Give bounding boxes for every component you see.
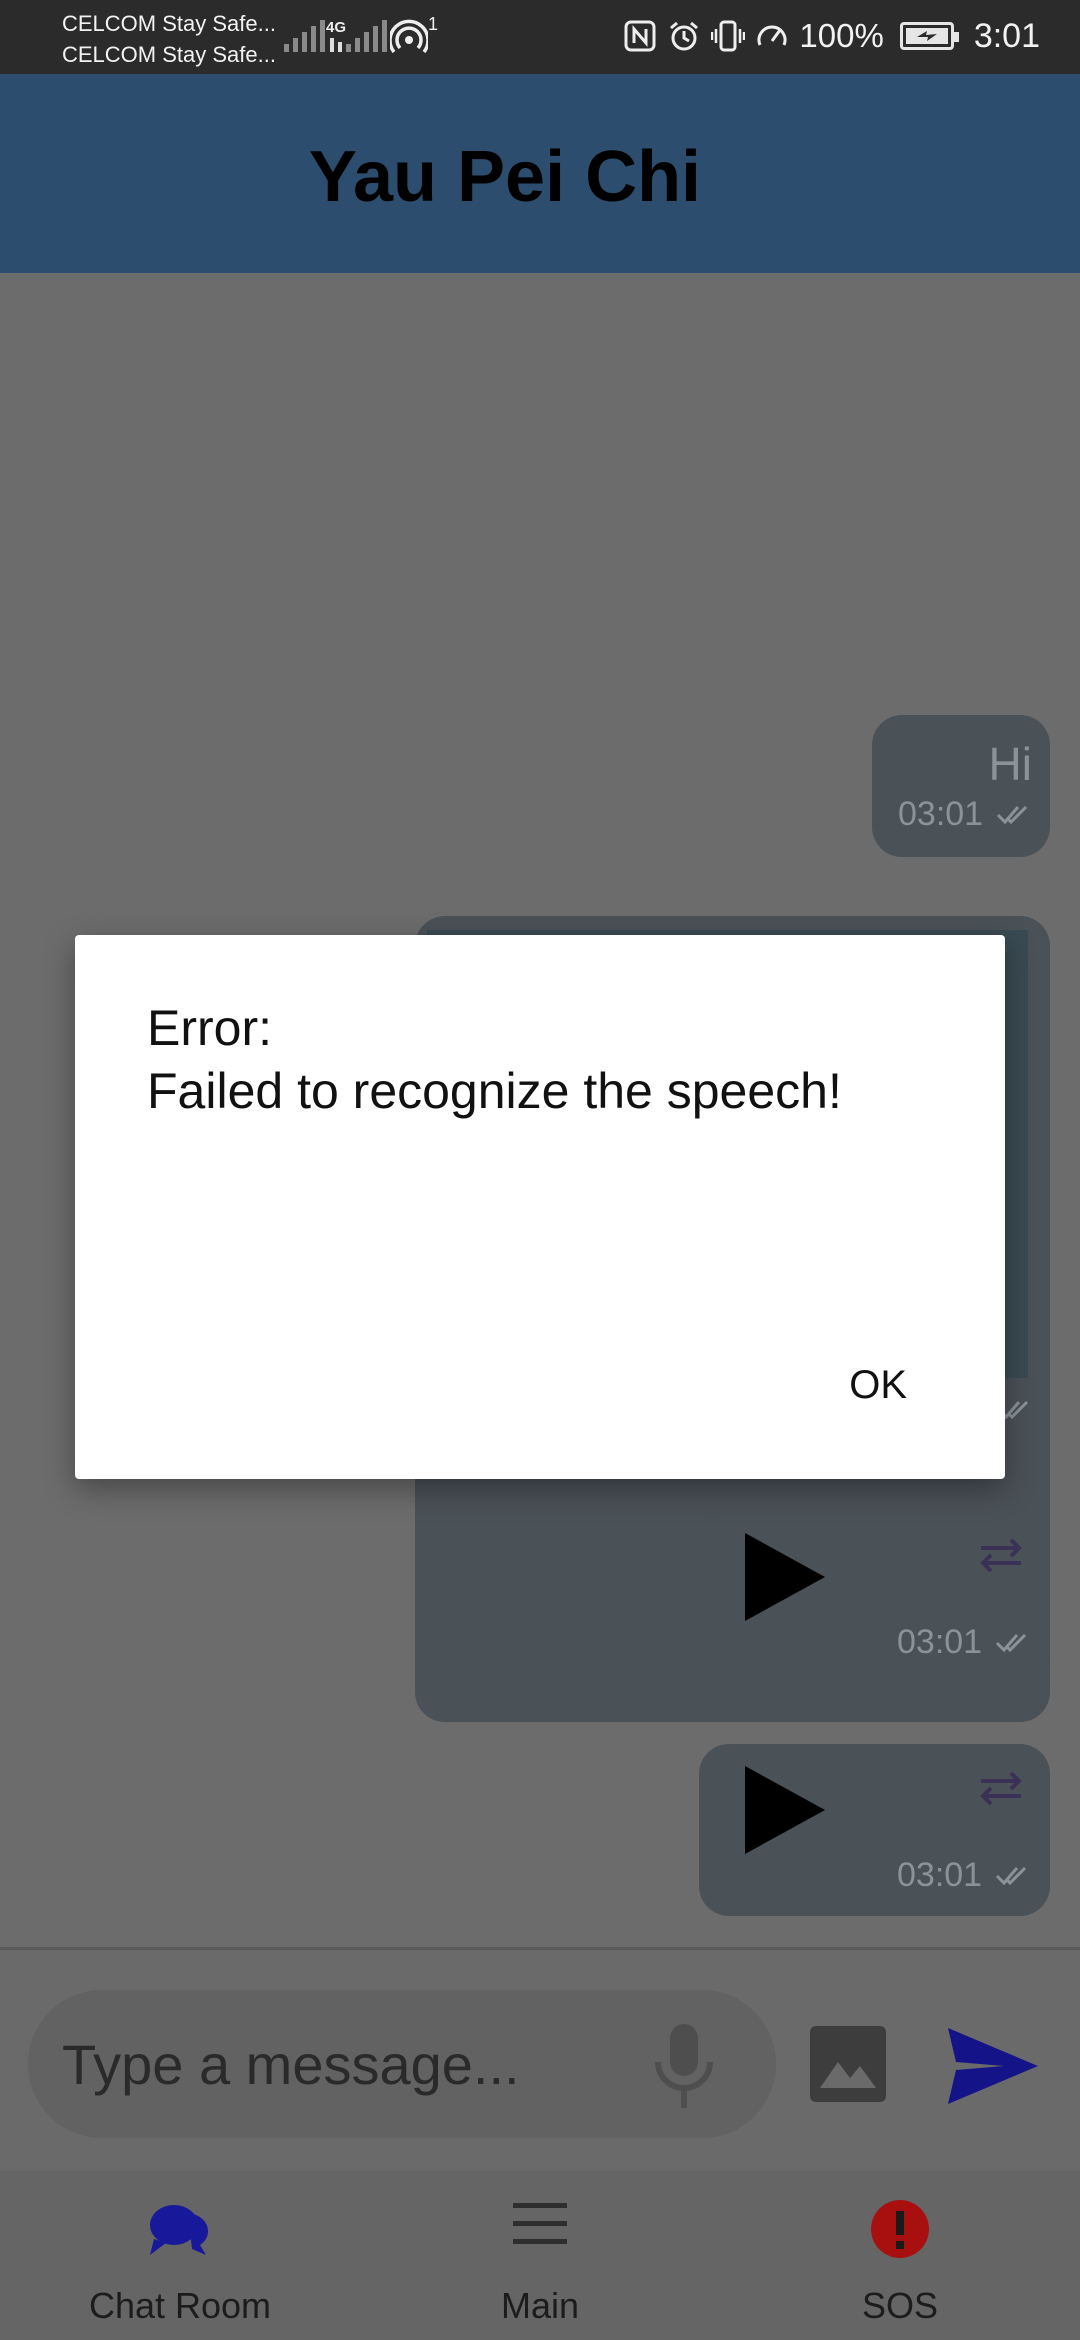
message-bubble-text[interactable]: Hi 03:01 xyxy=(872,715,1050,857)
carrier-labels: CELCOM Stay Safe... CELCOM Stay Safe... xyxy=(62,8,276,70)
double-check-icon xyxy=(995,1633,1027,1653)
play-icon[interactable] xyxy=(745,1533,825,1621)
app-header: Yau Pei Chi xyxy=(0,74,1080,273)
chat-bubbles-icon xyxy=(150,2205,209,2255)
dialog-error-detail: Failed to recognize the speech! xyxy=(147,1063,842,1119)
data-arrows-icon xyxy=(330,38,342,52)
vibrate-icon xyxy=(711,20,746,52)
play-icon[interactable] xyxy=(745,1766,825,1854)
message-time: 03:01 xyxy=(898,795,984,833)
gallery-icon[interactable] xyxy=(810,2026,886,2102)
nav-label: Chat Room xyxy=(88,2285,272,2326)
contact-name: Yau Pei Chi xyxy=(308,137,702,217)
nfc-icon xyxy=(624,20,656,52)
translate-swap-icon[interactable] xyxy=(977,1768,1025,1808)
message-text: Hi xyxy=(988,738,1032,790)
data-saver-icon xyxy=(757,25,787,46)
message-time: 03:01 xyxy=(897,1856,983,1894)
error-dialog: Error: Failed to recognize the speech! O… xyxy=(75,935,1005,1479)
carrier-2: CELCOM Stay Safe... xyxy=(62,42,276,67)
message-input-placeholder: Type a message... xyxy=(62,2033,520,2096)
message-time: 03:01 xyxy=(897,1623,983,1661)
ok-button[interactable]: OK xyxy=(849,1363,907,1408)
signal-icon-2 xyxy=(346,18,387,52)
signal-icon-1 xyxy=(284,18,325,52)
nav-item-main[interactable]: Main xyxy=(390,2171,690,2340)
message-composer: Type a message... xyxy=(0,1947,1080,2171)
bottom-navigation: Chat Room Main SOS xyxy=(0,2171,1080,2340)
status-clock: 3:01 xyxy=(973,16,1040,55)
translate-swap-icon[interactable] xyxy=(977,1535,1025,1575)
hotspot-icon xyxy=(390,19,428,54)
message-bubble-audio[interactable]: 03:01 xyxy=(699,1744,1050,1916)
menu-icon xyxy=(513,2203,567,2244)
send-icon[interactable] xyxy=(948,2028,1038,2104)
message-bubble-audio[interactable]: 03:01 xyxy=(699,1511,1050,1683)
microphone-icon[interactable] xyxy=(652,2022,716,2114)
status-bar: CELCOM Stay Safe... CELCOM Stay Safe... … xyxy=(0,0,1080,74)
carrier-1: CELCOM Stay Safe... xyxy=(62,11,276,36)
nav-item-sos[interactable]: SOS xyxy=(750,2171,1050,2340)
nav-item-chat-room[interactable]: Chat Room xyxy=(30,2171,330,2340)
nav-label: SOS xyxy=(861,2285,939,2326)
network-type: 4G xyxy=(326,19,347,36)
dialog-message: Error: Failed to recognize the speech! xyxy=(147,997,842,1123)
nav-label: Main xyxy=(500,2285,580,2326)
hotspot-count: 1 xyxy=(428,14,439,34)
double-check-icon xyxy=(996,805,1028,825)
battery-percent: 100% xyxy=(799,17,884,54)
alert-icon xyxy=(871,2200,929,2258)
alarm-icon xyxy=(670,21,699,51)
dialog-error-title: Error: xyxy=(147,1000,272,1056)
double-check-icon xyxy=(995,1866,1027,1886)
battery-icon xyxy=(899,22,959,50)
